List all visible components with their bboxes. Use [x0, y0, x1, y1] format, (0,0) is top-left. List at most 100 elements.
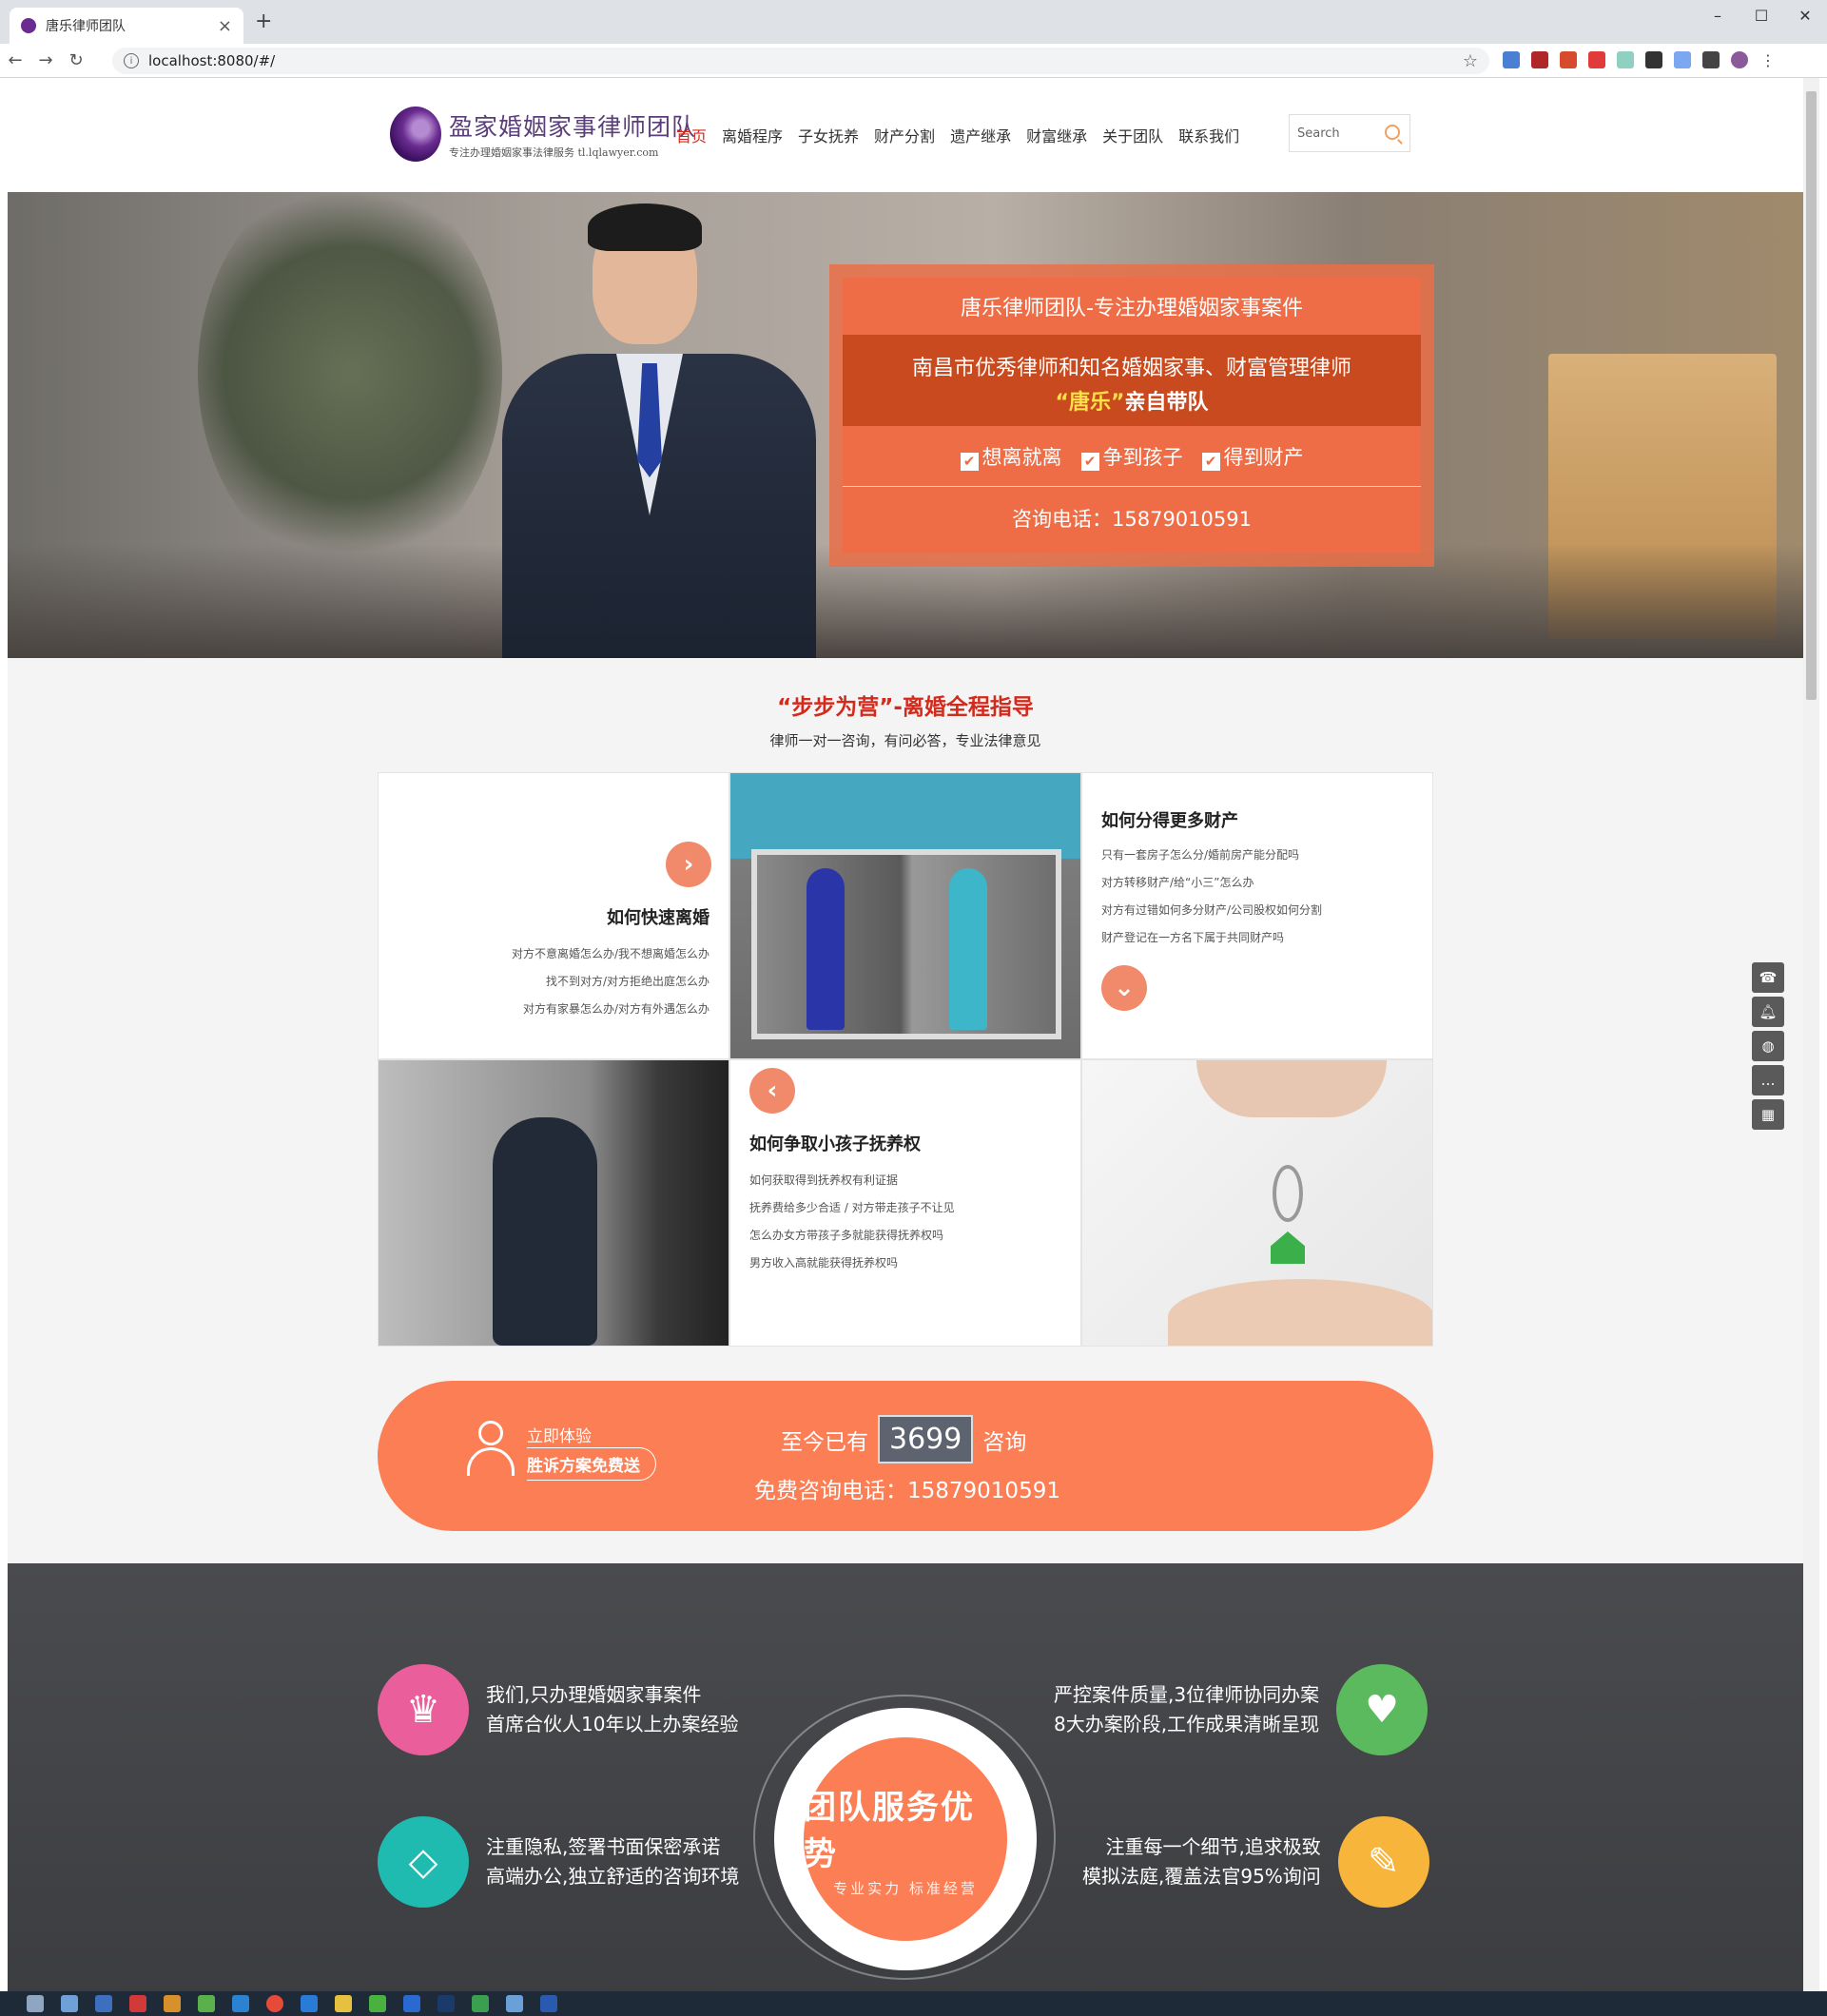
nav-item-child-custody[interactable]: 子女抚养: [798, 124, 859, 146]
taskbar-app-icon[interactable]: [61, 1995, 78, 2012]
steps-subtitle: 律师一对一咨询，有问必答，专业法律意见: [769, 732, 1041, 749]
taskbar-app-icon[interactable]: [129, 1995, 146, 2012]
taskbar-app-icon[interactable]: [232, 1995, 249, 2012]
chat-icon[interactable]: …: [1752, 1065, 1784, 1095]
reload-icon[interactable]: ↻: [61, 50, 91, 70]
card-item[interactable]: 男方收入高就能获得抚养权吗: [749, 1250, 955, 1277]
site-info-icon[interactable]: i: [124, 53, 139, 68]
steps-grid: › 如何快速离婚 对方不意离婚怎么办/我不想离婚怎么办 找不到对方/对方拒绝出庭…: [378, 772, 1433, 1347]
free-consult-phone[interactable]: 免费咨询电话：15879010591: [754, 1472, 1060, 1504]
free-plan-button[interactable]: 胜诉方案免费送: [527, 1447, 656, 1481]
search-input[interactable]: Search: [1289, 114, 1410, 152]
diamond-icon: ◇: [378, 1816, 469, 1908]
extension-icon[interactable]: [1560, 51, 1577, 68]
taskbar-app-icon[interactable]: [403, 1995, 420, 2012]
card-child-custody[interactable]: ‹ 如何争取小孩子抚养权 如何获取得到抚养权有利证据 抚养费给多少合适 / 对方…: [729, 1059, 1081, 1347]
bell-icon[interactable]: 🔔︎: [1752, 997, 1784, 1027]
card-item[interactable]: 怎么办女方带孩子多就能获得抚养权吗: [749, 1222, 955, 1250]
extension-icon[interactable]: [1531, 51, 1548, 68]
tab-close-icon[interactable]: ×: [218, 16, 232, 36]
taskbar-app-icon[interactable]: [335, 1995, 352, 2012]
card-item[interactable]: 只有一套房子怎么分/婚前房产能分配吗: [1101, 842, 1322, 869]
taskbar-app-icon[interactable]: [266, 1995, 283, 2012]
os-taskbar: [0, 1991, 1827, 2016]
phone-icon[interactable]: ☎: [1752, 962, 1784, 993]
nav-item-home[interactable]: 首页: [676, 124, 707, 146]
taskbar-app-icon[interactable]: [540, 1995, 557, 2012]
card-item[interactable]: 抚养费给多少合适 / 对方带走孩子不让见: [749, 1194, 955, 1222]
taskbar-app-icon[interactable]: [164, 1995, 181, 2012]
profile-avatar-icon[interactable]: [1731, 51, 1748, 68]
advantage-item: ♛ 我们,只办理婚姻家事案件 首席合伙人10年以上办案经验: [378, 1664, 738, 1755]
new-tab-button[interactable]: +: [255, 10, 272, 33]
taskbar-app-icon[interactable]: [27, 1995, 44, 2012]
couple-photo: [729, 772, 1081, 1059]
chevron-left-icon[interactable]: ‹: [749, 1068, 795, 1114]
card-item[interactable]: 如何获取得到抚养权有利证据: [749, 1167, 955, 1194]
taskbar-app-icon[interactable]: [472, 1995, 489, 2012]
menu-dots-icon[interactable]: ⋮: [1759, 51, 1777, 69]
search-placeholder: Search: [1297, 126, 1340, 141]
promo-phone[interactable]: 咨询电话：15879010591: [843, 487, 1421, 550]
card-item[interactable]: 对方有家暴怎么办/对方有外遇怎么办: [512, 996, 709, 1023]
taskbar-app-icon[interactable]: [95, 1995, 112, 2012]
checkbox-icon: ✔: [960, 452, 979, 471]
window-controls: – ☐ ✕: [1696, 0, 1827, 30]
chevron-down-icon[interactable]: ⌄: [1101, 965, 1147, 1011]
taskbar-app-icon[interactable]: [506, 1995, 523, 2012]
nav-item-contact[interactable]: 联系我们: [1178, 124, 1239, 146]
wechat-icon[interactable]: ◍: [1752, 1031, 1784, 1061]
promo-headline: 唐乐律师团队-专注办理婚姻家事案件: [961, 297, 1303, 320]
advantage-line: 我们,只办理婚姻家事案件: [486, 1683, 702, 1706]
forward-arrow-icon[interactable]: →: [30, 50, 61, 70]
try-now-label[interactable]: 立即体验: [527, 1423, 592, 1446]
nav-item-divorce-procedure[interactable]: 离婚程序: [722, 124, 783, 146]
extension-icon[interactable]: [1702, 51, 1720, 68]
taskbar-app-icon[interactable]: [369, 1995, 386, 2012]
card-item[interactable]: 对方有过错如何多分财产/公司股权如何分割: [1101, 897, 1322, 924]
taskbar-app-icon[interactable]: [301, 1995, 318, 2012]
site-logo[interactable]: 盈家婚姻家事律师团队 专注办理婚姻家事法律服务 tl.lqlawyer.com: [390, 107, 696, 162]
minimize-button[interactable]: –: [1696, 0, 1740, 30]
card-property-division[interactable]: 如何分得更多财产 只有一套房子怎么分/婚前房产能分配吗 对方转移财产/给“小三”…: [1081, 772, 1433, 1059]
nav-item-about-team[interactable]: 关于团队: [1102, 124, 1163, 146]
taskbar-app-icon[interactable]: [198, 1995, 215, 2012]
card-item[interactable]: 财产登记在一方名下属于共同财产吗: [1101, 924, 1322, 952]
back-arrow-icon[interactable]: ←: [0, 50, 30, 70]
card-item[interactable]: 对方不意离婚怎么办/我不想离婚怎么办: [512, 940, 709, 968]
nav-item-property-division[interactable]: 财产分割: [874, 124, 935, 146]
extension-icon[interactable]: [1503, 51, 1520, 68]
advantage-line: 模拟法庭,覆盖法官95%询问: [1082, 1865, 1321, 1888]
taskbar-app-icon[interactable]: [437, 1995, 455, 2012]
qrcode-icon[interactable]: ▦: [1752, 1099, 1784, 1130]
page-scrollbar[interactable]: [1803, 78, 1819, 1991]
checkbox-icon: ✔: [1080, 452, 1099, 471]
scrollbar-thumb[interactable]: [1806, 91, 1817, 700]
extension-icon[interactable]: [1674, 51, 1691, 68]
extension-icon[interactable]: [1617, 51, 1634, 68]
extension-icon[interactable]: [1588, 51, 1605, 68]
close-window-button[interactable]: ✕: [1783, 0, 1827, 30]
badge-title: 团队服务优势: [804, 1788, 975, 1873]
promo-intro: 南昌市优秀律师和知名婚姻家事、财富管理律师 “唐乐”亲自带队: [843, 335, 1421, 426]
chevron-right-icon[interactable]: ›: [666, 842, 711, 887]
checkbox-icon: ✔: [1201, 452, 1220, 471]
bookmark-star-icon[interactable]: ☆: [1463, 51, 1478, 71]
card-item[interactable]: 对方转移财产/给“小三”怎么办: [1101, 869, 1322, 897]
consult-counter: 至今已有 3699 咨询: [781, 1415, 1026, 1464]
floating-tools: ☎ 🔔︎ ◍ … ▦: [1752, 962, 1784, 1130]
nav-item-wealth-inheritance[interactable]: 财富继承: [1026, 124, 1087, 146]
card-heading: 如何快速离婚: [607, 908, 709, 928]
nav-item-inheritance[interactable]: 遗产继承: [950, 124, 1011, 146]
card-item[interactable]: 找不到对方/对方拒绝出庭怎么办: [512, 968, 709, 996]
check-item: ✔ 得到财产: [1201, 442, 1304, 471]
site-header: 盈家婚姻家事律师团队 专注办理婚姻家事法律服务 tl.lqlawyer.com …: [8, 78, 1803, 192]
maximize-button[interactable]: ☐: [1740, 0, 1783, 30]
tab-title: 唐乐律师团队: [46, 19, 126, 34]
url-field[interactable]: i localhost:8080/#/ ☆: [112, 48, 1489, 74]
card-quick-divorce[interactable]: › 如何快速离婚 对方不意离婚怎么办/我不想离婚怎么办 找不到对方/对方拒绝出庭…: [378, 772, 729, 1059]
check-item: ✔ 争到孩子: [1080, 442, 1183, 471]
browser-tab[interactable]: 唐乐律师团队 ×: [10, 8, 243, 44]
extension-icon[interactable]: [1645, 51, 1662, 68]
search-icon[interactable]: [1385, 125, 1400, 140]
